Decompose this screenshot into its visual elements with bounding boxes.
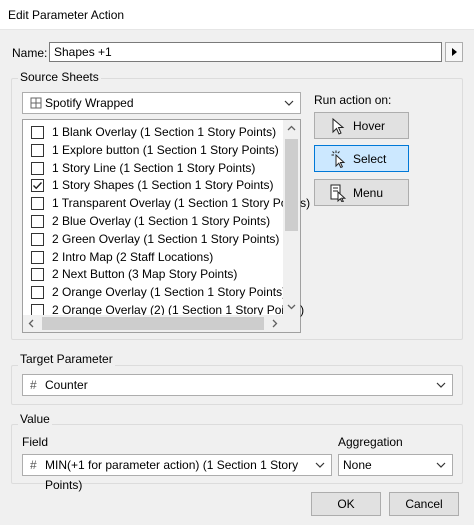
- sheet-label: 1 Transparent Overlay (1 Section 1 Story…: [52, 196, 311, 211]
- sheet-label: 1 Blank Overlay (1 Section 1 Story Point…: [52, 125, 277, 139]
- sheet-checkbox[interactable]: [31, 215, 44, 228]
- sheet-label: 2 Next Button (3 Map Story Points): [52, 267, 238, 282]
- aggregation-value: None: [343, 458, 372, 472]
- menu-button[interactable]: Menu: [314, 179, 409, 206]
- chevron-right-icon: [272, 319, 278, 328]
- sheet-label: 2 Orange Overlay (1 Section 1 Story Poin…: [52, 285, 287, 300]
- grid-icon: [30, 93, 42, 119]
- field-dropdown[interactable]: # MIN(+1 for parameter action) (1 Sectio…: [22, 454, 332, 492]
- vertical-scroll-thumb[interactable]: [285, 139, 298, 231]
- hash-icon: #: [30, 458, 37, 472]
- sheet-checkbox[interactable]: [31, 126, 44, 139]
- chevron-up-icon: [287, 125, 296, 131]
- target-parameter-title: Target Parameter: [18, 352, 115, 366]
- select-button[interactable]: Select: [314, 145, 409, 172]
- chevron-down-icon: [313, 456, 327, 474]
- hover-button-label: Hover: [353, 119, 386, 133]
- sheet-list-item[interactable]: 2 Intro Map (2 Staff Locations): [23, 248, 285, 266]
- sheet-list-item[interactable]: 1 Explore button (1 Section 1 Story Poin…: [23, 141, 285, 159]
- aggregation-label: Aggregation: [338, 435, 403, 449]
- vertical-scrollbar[interactable]: [283, 120, 300, 315]
- target-parameter-value: Counter: [45, 378, 88, 392]
- aggregation-dropdown[interactable]: None: [338, 454, 453, 476]
- sheet-list-item[interactable]: 1 Story Shapes (1 Section 1 Story Points…: [23, 176, 285, 194]
- chevron-down-icon: [434, 456, 448, 474]
- horizontal-scrollbar[interactable]: [23, 315, 283, 332]
- triangle-right-icon: [452, 48, 457, 56]
- run-action-on-label: Run action on:: [314, 93, 392, 107]
- sheet-label: 2 Intro Map (2 Staff Locations): [52, 249, 214, 264]
- name-label: Name:: [12, 46, 48, 60]
- data-source-value: Spotify Wrapped: [45, 96, 134, 110]
- name-input[interactable]: Shapes +1: [49, 42, 442, 62]
- checkmark-icon: [33, 182, 43, 190]
- chevron-down-icon: [434, 376, 448, 394]
- field-label: Field: [22, 435, 49, 449]
- ok-button[interactable]: OK: [311, 492, 381, 516]
- sheet-label: 2 Blue Overlay (1 Section 1 Story Points…: [52, 214, 271, 228]
- pointer-icon: [330, 117, 346, 138]
- menu-button-label: Menu: [353, 186, 384, 200]
- scroll-up-button[interactable]: [283, 120, 300, 137]
- sheet-checkbox[interactable]: [31, 250, 44, 264]
- sheet-checkbox[interactable]: [31, 232, 44, 246]
- sheet-checkbox[interactable]: [31, 286, 44, 300]
- chevron-down-icon: [282, 94, 296, 112]
- scrollbar-corner: [283, 315, 300, 332]
- sheet-list-item[interactable]: 2 Green Overlay (1 Section 1 Story Point…: [23, 230, 285, 248]
- scroll-down-button[interactable]: [283, 298, 300, 315]
- sheets-list[interactable]: 1 Blank Overlay (1 Section 1 Story Point…: [22, 119, 310, 333]
- sheet-list-item[interactable]: 1 Story Line (1 Section 1 Story Points): [23, 159, 285, 177]
- sheet-list-item[interactable]: 2 Orange Overlay (1 Section 1 Story Poin…: [23, 283, 287, 301]
- window-title: Edit Parameter Action: [8, 8, 125, 22]
- sheet-label: 1 Story Line (1 Section 1 Story Points): [52, 160, 256, 175]
- value-title: Value: [18, 412, 52, 426]
- scroll-left-button[interactable]: [23, 315, 40, 332]
- sheet-label: 2 Green Overlay (1 Section 1 Story Point…: [52, 231, 280, 246]
- name-input-value: Shapes +1: [54, 45, 112, 59]
- sheet-checkbox[interactable]: [31, 161, 44, 175]
- sheet-list-item[interactable]: 2 Blue Overlay (1 Section 1 Story Points…: [23, 212, 285, 230]
- sheet-checkbox[interactable]: [31, 197, 44, 211]
- sheet-checkbox[interactable]: [31, 268, 44, 282]
- select-button-label: Select: [353, 152, 387, 166]
- hash-icon: #: [30, 378, 37, 392]
- click-pointer-icon: [330, 150, 348, 171]
- name-expand-button[interactable]: [445, 42, 463, 62]
- sheet-label: 1 Story Shapes (1 Section 1 Story Points…: [52, 178, 274, 193]
- sheet-list-item[interactable]: 1 Blank Overlay (1 Section 1 Story Point…: [23, 123, 285, 141]
- field-value: MIN(+1 for parameter action) (1 Section …: [45, 458, 299, 492]
- horizontal-scroll-thumb[interactable]: [42, 317, 264, 330]
- cancel-button-label: Cancel: [405, 497, 443, 511]
- chevron-down-icon: [287, 304, 296, 310]
- hover-button[interactable]: Hover: [314, 112, 409, 139]
- sheet-label: 1 Explore button (1 Section 1 Story Poin…: [52, 142, 279, 157]
- target-parameter-dropdown[interactable]: # Counter: [22, 374, 453, 396]
- ok-button-label: OK: [337, 497, 355, 511]
- data-source-dropdown[interactable]: Spotify Wrapped: [22, 92, 301, 114]
- sheet-list-item[interactable]: 1 Transparent Overlay (1 Section 1 Story…: [23, 194, 310, 212]
- title-bar: Edit Parameter Action: [0, 0, 474, 30]
- chevron-left-icon: [28, 319, 34, 328]
- sheet-list-item[interactable]: 2 Next Button (3 Map Story Points): [23, 265, 285, 283]
- cancel-button[interactable]: Cancel: [389, 492, 459, 516]
- sheet-checkbox[interactable]: [31, 143, 44, 157]
- sheet-checkbox[interactable]: [31, 179, 44, 193]
- source-sheets-title: Source Sheets: [18, 70, 101, 84]
- scroll-right-button[interactable]: [266, 315, 283, 332]
- menu-pointer-icon: [330, 184, 348, 205]
